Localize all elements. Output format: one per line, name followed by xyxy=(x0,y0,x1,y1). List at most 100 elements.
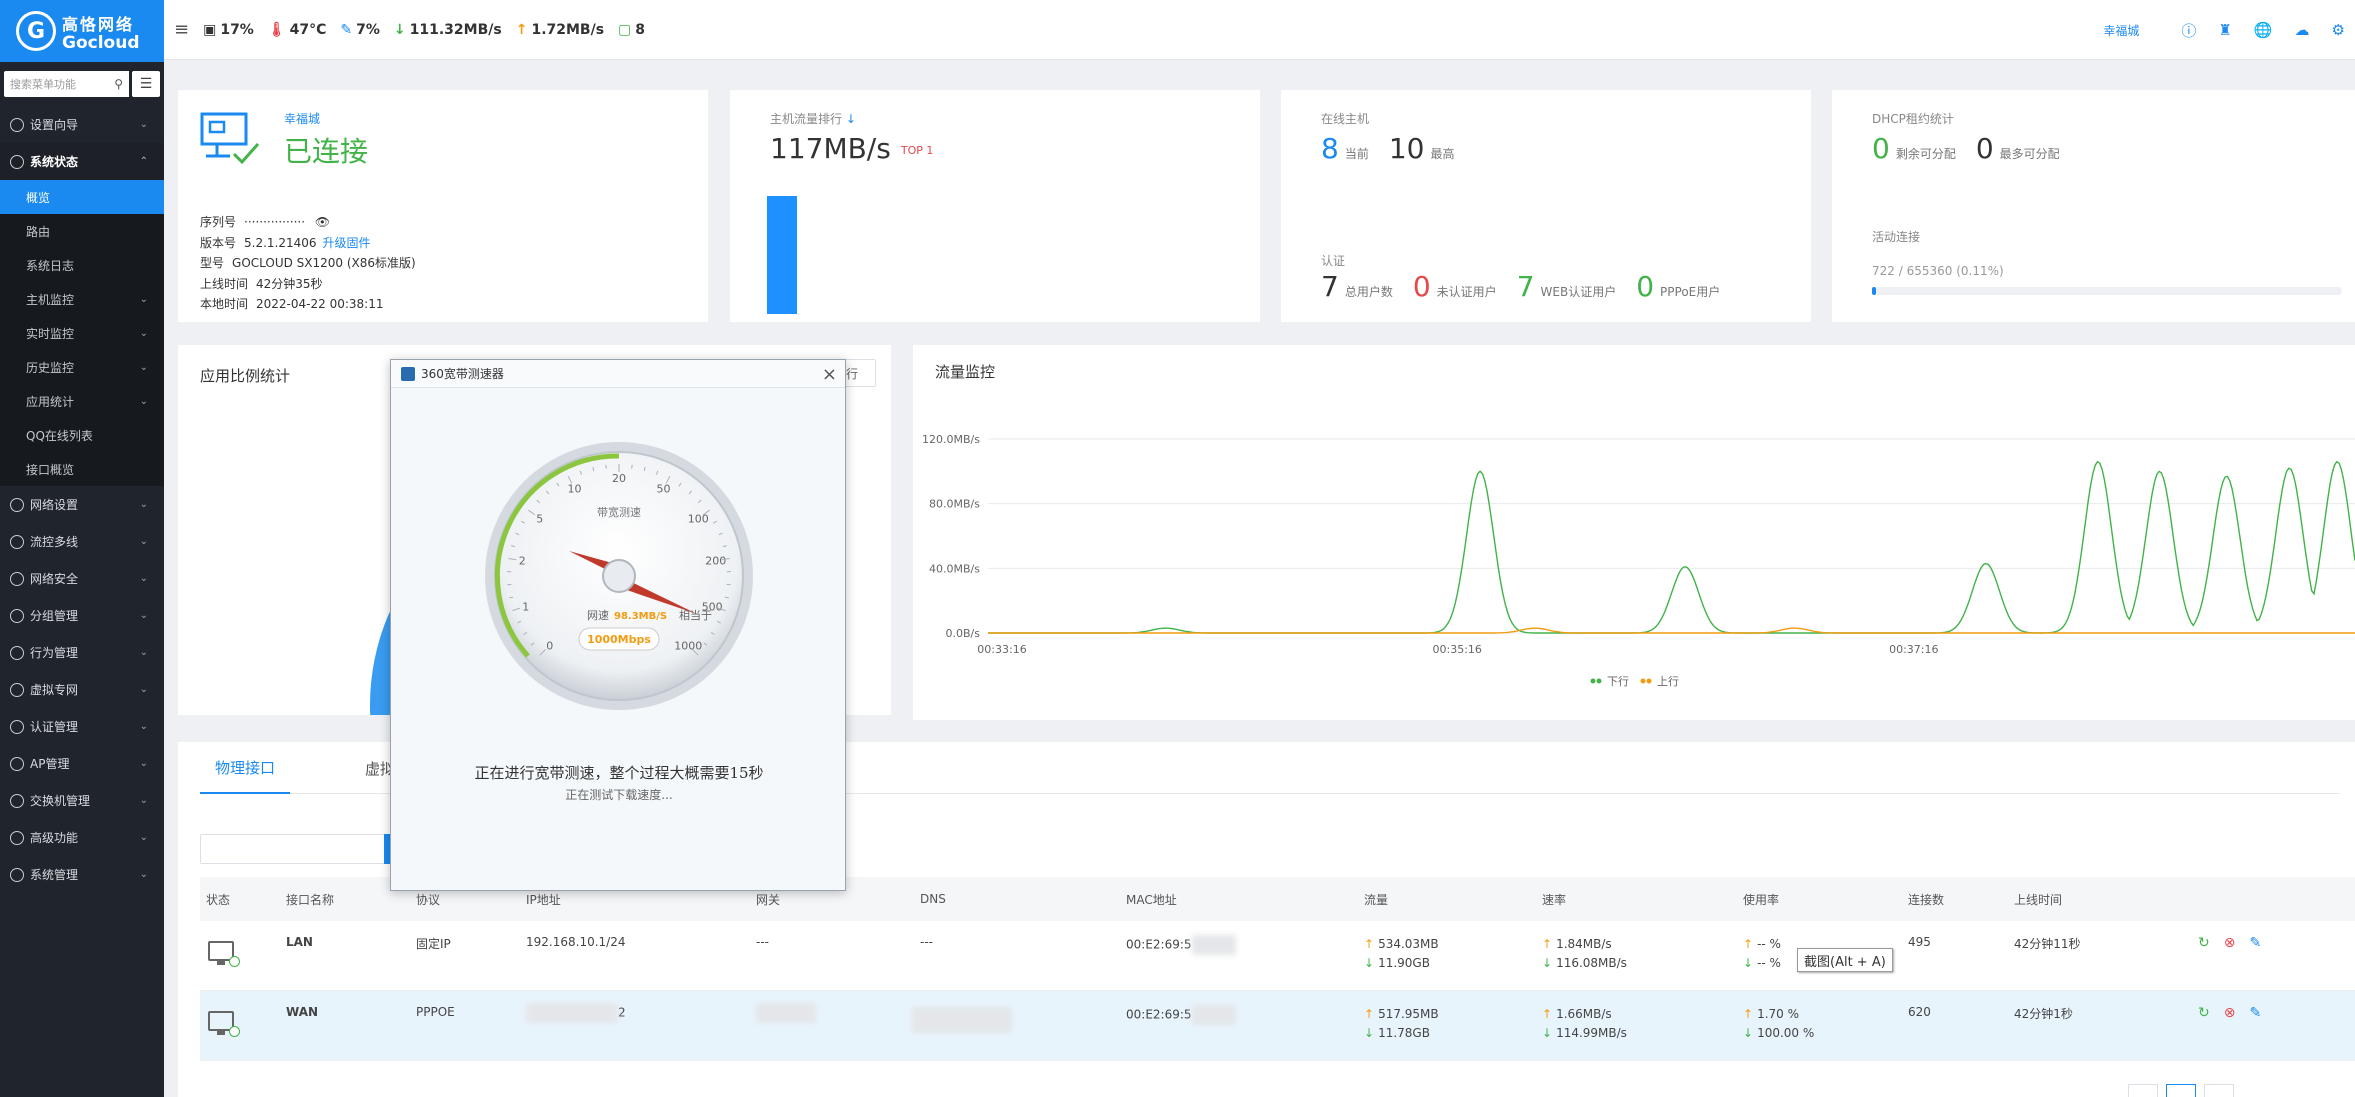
tab-physical[interactable]: 物理接口 xyxy=(200,742,291,794)
nav-route[interactable]: 路由 xyxy=(0,214,164,248)
speedtest-app-icon xyxy=(401,366,415,381)
nav-qq-online[interactable]: QQ在线列表 xyxy=(0,418,164,452)
nav-system-management[interactable]: 系统管理 ⌄ xyxy=(0,856,164,893)
y-tick-label: 40.0MB/s xyxy=(929,562,980,575)
host-monitor-icon: ▢ xyxy=(618,21,632,38)
up-stat: ↑ 1.72MB/s xyxy=(515,21,605,38)
chevron-down-icon: ⌄ xyxy=(139,795,148,806)
device-card: 幸福城 已连接 序列号 ················ 👁 版本号 5.2.1.2… xyxy=(178,90,708,322)
legend-label: 上行 xyxy=(1657,675,1679,688)
topbar: ≡ ▣ 17% 🌡 47°C ✎ 7% ↓ 111.32MB/s ↑ 1.72MB/s ▢… xyxy=(164,0,2355,60)
brand-cn: 高恪网络 xyxy=(62,14,135,34)
edit-icon[interactable]: ✎ xyxy=(2249,1005,2261,1021)
behavior-icon xyxy=(10,645,24,660)
table-row[interactable]: WAN PPPOE 2 00:E2:69:5 ↑ 517.95MB ↓ 11.78GB… xyxy=(200,991,2355,1061)
arrow-down-icon: ↓ xyxy=(393,21,406,38)
page-button[interactable] xyxy=(2166,1084,2196,1097)
chevron-down-icon: ⌄ xyxy=(139,361,148,373)
menu-search-input[interactable]: 搜索菜单功能 ⚲ xyxy=(4,71,129,97)
chevron-down-icon: ⌄ xyxy=(139,395,148,407)
nav-ap-management[interactable]: AP管理 ⌄ xyxy=(0,745,164,782)
nav-network-security[interactable]: 网络安全 ⌄ xyxy=(0,560,164,597)
active-conn-progress-fill xyxy=(1872,287,1876,295)
chevron-down-icon: ⌄ xyxy=(139,684,148,695)
refresh-icon[interactable]: ↻ xyxy=(2198,935,2210,951)
interface-monitor-icon xyxy=(208,941,240,967)
nav-switch-management[interactable]: 交换机管理 ⌄ xyxy=(0,782,164,819)
legend-label: 下行 xyxy=(1607,675,1629,688)
cloud-upload-icon[interactable]: ☁ xyxy=(2295,21,2310,39)
dialog-titlebar[interactable]: 360宽带测速器 xyxy=(391,360,845,388)
interface-filter-input[interactable] xyxy=(200,834,390,864)
active-conn-progress xyxy=(1872,287,2342,295)
close-icon[interactable]: × xyxy=(822,364,837,385)
auth-icon xyxy=(10,719,24,734)
online-hosts-title: 在线主机 xyxy=(1321,112,1370,126)
brand-logo[interactable]: G 高恪网络 Gocloud xyxy=(0,0,164,62)
nav-realtime-monitor[interactable]: 实时监控 ⌄ xyxy=(0,316,164,350)
gauge-tick-label: 5 xyxy=(536,512,543,525)
gear-icon[interactable]: ⚙ xyxy=(2332,21,2345,39)
nav-system-log[interactable]: 系统日志 xyxy=(0,248,164,282)
menu-list-icon[interactable]: ☰ xyxy=(132,71,160,97)
topbar-city[interactable]: 幸福城 xyxy=(2103,22,2139,39)
arrow-up-icon: ↑ xyxy=(515,21,528,38)
y-tick-label: 120.0MB/s xyxy=(922,433,980,446)
chevron-down-icon: ⌄ xyxy=(139,573,148,584)
gauge-tick-label: 50 xyxy=(657,483,671,496)
menu-collapse-icon[interactable]: ≡ xyxy=(174,19,189,40)
nav-setup-wizard[interactable]: 设置向导 ⌄ xyxy=(0,106,164,143)
gocloud-logo-icon: G xyxy=(16,11,56,51)
dhcp-card: DHCP租约统计 0 剩余可分配 0 最多可分配 活动连接 722 / 655360… xyxy=(1832,90,2355,322)
app-stats-title: 应用比例统计 xyxy=(200,367,291,385)
table-row[interactable]: LAN 固定IP 192.168.10.1/24 --- --- 00:E2:6… xyxy=(200,921,2355,991)
monitor-icon xyxy=(10,497,24,512)
refresh-icon[interactable]: ↻ xyxy=(2198,1005,2210,1021)
disconnect-icon[interactable]: ⊗ xyxy=(2224,935,2236,951)
nav-behavior-management[interactable]: 行为管理 ⌄ xyxy=(0,634,164,671)
speedtest-dialog: 360宽带测速器 × 0 1 2 5 10 20 50 100 200 500 1000 带宽测速 … xyxy=(390,359,846,891)
nav-host-monitor[interactable]: 主机监控 ⌄ xyxy=(0,282,164,316)
shirt-icon[interactable]: ♜ xyxy=(2218,21,2231,39)
disconnect-icon[interactable]: ⊗ xyxy=(2224,1005,2236,1021)
host-traffic-rank-card: 主机流量排行 ↓ 117MB/s TOP 1 xyxy=(730,90,1260,322)
flow-monitor-card: 流量监控 120.0MB/s 80.0MB/s 40.0MB/s 0.0B/s 00:3… xyxy=(913,345,2355,720)
active-conn-title: 活动连接 xyxy=(1872,230,1921,244)
globe-icon[interactable]: 🌐 xyxy=(2254,21,2273,39)
nav-history-monitor[interactable]: 历史监控 ⌄ xyxy=(0,350,164,384)
next-page-button[interactable] xyxy=(2204,1084,2234,1097)
eye-icon[interactable]: 👁 xyxy=(315,215,330,229)
dhcp-title: DHCP租约统计 xyxy=(1872,112,1954,126)
cpu-icon: ▣ xyxy=(203,21,217,38)
edit-icon[interactable]: ✎ xyxy=(2249,935,2261,951)
advanced-icon xyxy=(10,830,24,845)
gauge-label: 带宽测速 xyxy=(597,505,641,519)
auth-title: 认证 xyxy=(1321,254,1346,268)
prev-page-button[interactable] xyxy=(2128,1084,2158,1097)
traffic-rank-title[interactable]: 主机流量排行 ↓ xyxy=(770,110,856,127)
nav-group-management[interactable]: 分组管理 ⌄ xyxy=(0,597,164,634)
nav-vpn[interactable]: 虚拟专网 ⌄ xyxy=(0,671,164,708)
info-icon[interactable]: ⓘ xyxy=(2181,20,2196,41)
flow-chart[interactable]: 120.0MB/s 80.0MB/s 40.0MB/s 0.0B/s 00:33:16 0… xyxy=(913,345,2355,720)
y-tick-label: 80.0MB/s xyxy=(929,498,980,511)
traffic-rank-value: 117MB/s TOP 1 xyxy=(770,132,934,165)
connection-status: 已连接 xyxy=(284,135,369,168)
nav-interface-overview[interactable]: 接口概览 xyxy=(0,452,164,486)
svg-text:网速: 网速 xyxy=(587,609,609,622)
nav-system-status[interactable]: 系统状态 ⌃ xyxy=(0,143,164,180)
chevron-down-icon: ⌄ xyxy=(139,327,148,339)
upgrade-firmware-link[interactable]: 升级固件 xyxy=(323,236,371,250)
gauge-equiv: 1000Mbps xyxy=(587,633,651,646)
nav-auth-management[interactable]: 认证管理 ⌄ xyxy=(0,708,164,745)
nav-overview[interactable]: 概览 xyxy=(0,180,164,214)
nav-advanced[interactable]: 高级功能 ⌄ xyxy=(0,819,164,856)
traffic-rank-bar[interactable] xyxy=(767,196,797,314)
device-city[interactable]: 幸福城 xyxy=(284,110,320,127)
legend-marker xyxy=(1590,678,1596,684)
nav-network-settings[interactable]: 网络设置 ⌄ xyxy=(0,486,164,523)
nav-app-stats[interactable]: 应用统计 ⌄ xyxy=(0,384,164,418)
memory-icon: ✎ xyxy=(340,21,353,38)
nav-flow-control[interactable]: 流控多线 ⌄ xyxy=(0,523,164,560)
search-icon[interactable]: ⚲ xyxy=(114,77,123,91)
